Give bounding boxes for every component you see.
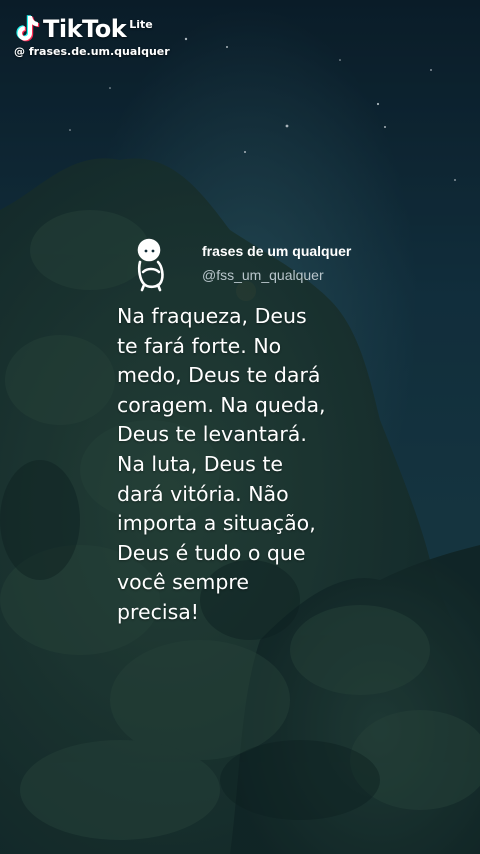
quote-line: precisa! [117, 599, 200, 624]
quote-line: importa a situação, [117, 511, 316, 536]
tiktok-note-icon [16, 15, 40, 42]
quote-line: Na fraqueza, Deus [117, 304, 307, 328]
sitting-figure-icon [137, 238, 164, 292]
quote-line: Na luta, Deus te [117, 451, 283, 476]
tiktok-lite-badge: Lite [129, 18, 153, 31]
quote-line: te fará forte. No [117, 333, 282, 358]
quote-line: Deus te levantará. [117, 422, 307, 447]
tiktok-brand-text: TikTok [43, 15, 127, 43]
tiktok-watermark: TikTok Lite @ frases.de.um.qualquer [14, 14, 170, 58]
quote-line: medo, Deus te dará [117, 363, 321, 388]
author-name: frases de um qualquer [202, 243, 352, 259]
author-handle: @fss_um_qualquer [202, 267, 324, 283]
quote-line: dará vitória. Não [117, 481, 289, 506]
quote-text: Na fraqueza, Deus te fará forte. No medo… [117, 302, 377, 628]
quote-line: você sempre [117, 570, 249, 595]
quote-line: Deus é tudo o que [117, 540, 306, 565]
quote-line: coragem. Na queda, [117, 392, 326, 417]
post-author: frases de um qualquer @fss_um_qualquer [128, 232, 351, 294]
watermark-handle: @ frases.de.um.qualquer [14, 45, 170, 58]
